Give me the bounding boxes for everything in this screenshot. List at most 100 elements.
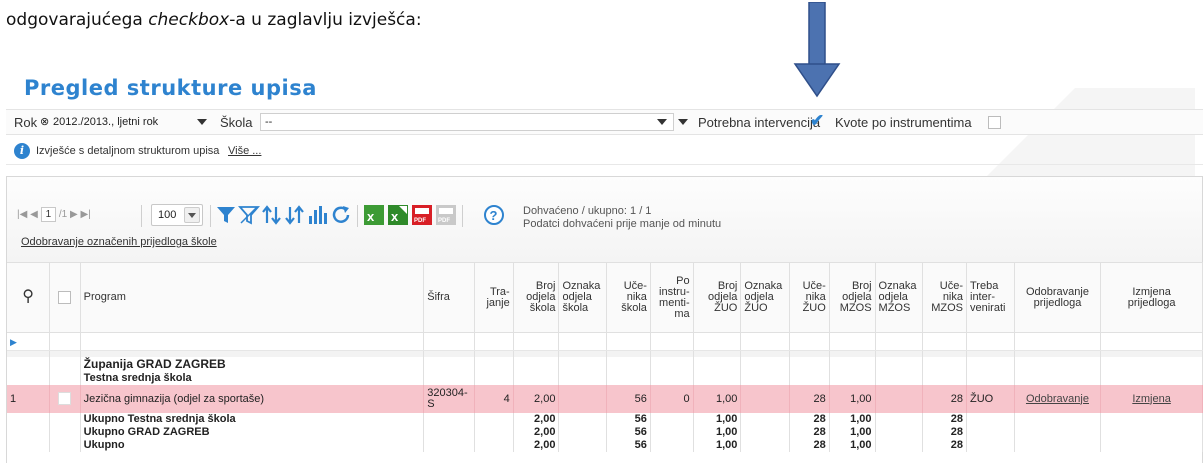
total-broj-mzos: 1,00 (829, 412, 876, 426)
next-page-icon[interactable]: ▶ (70, 209, 78, 220)
col-line: Izmjena (1132, 285, 1171, 298)
edit-link[interactable]: Izmjena (1132, 393, 1171, 405)
last-page-icon[interactable]: ▶| (81, 209, 91, 220)
col-line: ŽUO (714, 302, 738, 314)
col-line: venirati (970, 302, 1006, 314)
row-broj-zuo: 1,00 (693, 384, 742, 413)
col-line: instru- (659, 285, 690, 298)
approve-link[interactable]: Odobravanje (1026, 393, 1089, 405)
total-broj-skola: 2,00 (513, 412, 560, 426)
row-ucenika-mzos: 28 (922, 384, 967, 413)
col-broj-skola[interactable]: Broj odjela škola (513, 262, 560, 333)
row-sifra-line: 320304- (427, 386, 468, 399)
col-oznaka-skola[interactable]: Oznaka odjela škola (558, 262, 608, 333)
col-ucenika-skola[interactable]: Uče-nika škola (606, 262, 651, 333)
skola-select[interactable]: -- (260, 113, 674, 131)
info-bar: i Izvješće s detaljnom strukturom upisa … (6, 139, 1203, 165)
document-text: odgovarajućega checkbox-a u zaglavlju iz… (6, 10, 422, 30)
refresh-icon[interactable] (330, 204, 352, 226)
info-icon: i (14, 143, 30, 159)
total-row: Ukupno Testna srednja škola 2,00 56 1,00… (7, 412, 1203, 426)
col-ucenika-zuo[interactable]: Uče-nika ŽUO (789, 262, 830, 333)
col-line: Odobravanje (1025, 285, 1089, 298)
toolbar-divider (210, 205, 211, 227)
table-row[interactable]: 1 Jezična gimnazija (odjel za sportaše) … (7, 384, 1203, 413)
filter-row-cell[interactable]: ▶ (7, 332, 51, 351)
col-program[interactable]: Program (80, 262, 425, 333)
col-po-instrumentima[interactable]: Po instru-menti-ma (650, 262, 694, 333)
potrebna-intervencija-checkbox[interactable]: ✔ (810, 111, 824, 131)
select-all-checkbox[interactable] (58, 291, 72, 304)
col-odobravanje[interactable]: Odobravanje prijedloga (1014, 262, 1102, 333)
col-ucenika-mzos[interactable]: Uče-nika MZOS (922, 262, 967, 333)
more-link[interactable]: Više ... (228, 145, 261, 157)
row-trajanje: 4 (474, 384, 514, 413)
pdf-disabled-icon[interactable]: PDF (435, 204, 457, 226)
col-line: menti- (659, 296, 690, 309)
row-broj-mzos: 1,00 (829, 384, 876, 413)
expand-icon[interactable]: ▶ (10, 337, 17, 347)
approve-selected-link[interactable]: Odobravanje označenih prijedloga škole (21, 236, 217, 248)
col-trajanje-line: Tra- (489, 285, 510, 298)
col-sifra[interactable]: Šifra (423, 262, 476, 333)
group-zupanija-label: Županija GRAD ZAGREB (80, 356, 425, 371)
kvote-checkbox[interactable] (988, 116, 1001, 129)
fetch-status: Dohvaćeno / ukupno: 1 / 1 Podatci dohvać… (523, 205, 721, 231)
col-broj-zuo[interactable]: Broj odjela ŽUO (693, 262, 742, 333)
sort-desc-icon[interactable] (284, 204, 306, 226)
pdf-icon[interactable]: PDF (411, 204, 433, 226)
doc-text-start: odgovarajućega (6, 10, 149, 30)
group-row-skola: Testna srednja škola (7, 370, 1203, 385)
row-sifra: 320304- S (423, 384, 476, 413)
col-treba-intervenirati[interactable]: Treba inter-venirati (966, 262, 1015, 333)
col-trajanje[interactable]: Tra-janje (474, 262, 514, 333)
col-oznaka-mzos[interactable]: Oznaka odjela MZOS (875, 262, 924, 333)
sort-icon[interactable] (261, 204, 283, 226)
total-ucenika-mzos: 28 (922, 412, 967, 426)
col-line: Po (676, 274, 690, 287)
total-broj-mzos: 1,00 (829, 438, 876, 452)
col-izmjena[interactable]: Izmjena prijedloga (1100, 262, 1203, 333)
total-row: Ukupno GRAD ZAGREB 2,00 56 1,00 28 1,00 … (7, 425, 1203, 439)
help-icon[interactable]: ? (483, 204, 505, 226)
total-broj-skola: 2,00 (513, 438, 560, 452)
group-row-zupanija: Županija GRAD ZAGREB (7, 356, 1203, 371)
col-oznaka-zuo[interactable]: Oznaka odjela ŽUO (740, 262, 791, 333)
first-page-icon[interactable]: |◀ (17, 209, 27, 220)
page-size-select[interactable]: 100 (151, 204, 203, 226)
prev-page-icon[interactable]: ◀ (30, 209, 38, 220)
row-broj-skola: 2,00 (513, 384, 560, 413)
filter-row: ▶ (7, 332, 1203, 351)
potrebna-intervencija-label: Potrebna intervencija (698, 115, 821, 130)
col-line: škola (621, 302, 647, 314)
col-line: prijedloga (1127, 296, 1176, 309)
rok-select[interactable]: ⊗ 2012./2013., ljetni rok (40, 114, 210, 132)
filter-icon[interactable] (215, 204, 237, 226)
search-icon[interactable]: ⚲ (22, 288, 34, 305)
clear-icon[interactable]: ⊗ (40, 115, 49, 128)
info-text: Izvješće s detaljnom strukturom upisa (36, 145, 220, 157)
rok-value: 2012./2013., ljetni rok (53, 116, 159, 128)
col-line: MZOS (878, 302, 911, 314)
chevron-down-icon (678, 119, 688, 125)
total-ucenika-skola: 56 (606, 438, 651, 452)
col-line: MZOS (931, 302, 963, 314)
col-trajanje-line: janje (486, 296, 510, 309)
total-ucenika-zuo: 28 (789, 425, 830, 439)
page-input[interactable]: 1 (40, 207, 57, 222)
pager: |◀ ◀ 1 /1 ▶ ▶| (17, 207, 91, 222)
search-column-header[interactable]: ⚲ (7, 262, 51, 333)
select-all-header[interactable] (49, 262, 81, 333)
clear-filter-icon[interactable] (238, 204, 260, 226)
chevron-down-icon (197, 119, 207, 125)
col-broj-mzos[interactable]: Broj odjela MZOS (829, 262, 876, 333)
chevron-down-icon (657, 119, 667, 125)
total-broj-zuo: 1,00 (693, 438, 742, 452)
skola-label: Škola (220, 115, 253, 130)
excel-export-icon[interactable]: x (387, 204, 409, 226)
total-label: Ukupno Testna srednja škola (80, 412, 425, 426)
toolbar-divider (141, 205, 142, 227)
excel-icon[interactable]: x (363, 204, 385, 226)
row-checkbox[interactable] (58, 392, 72, 405)
chart-icon[interactable] (307, 204, 329, 226)
